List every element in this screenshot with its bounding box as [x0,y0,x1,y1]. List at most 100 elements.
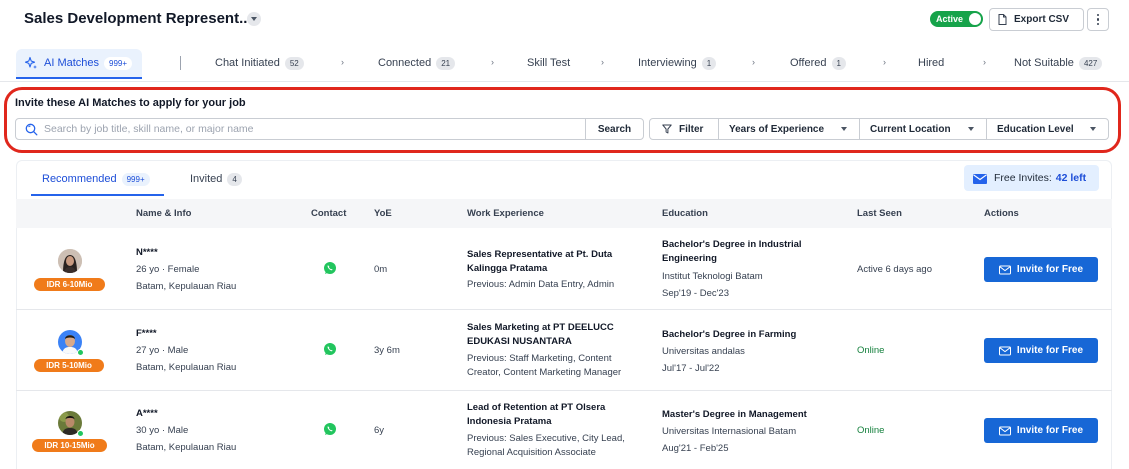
invite-for-free-button[interactable]: Invite for Free [984,338,1098,363]
caret-down-icon [1090,127,1096,131]
search-icon [25,123,38,136]
last-seen-status: Online [857,345,885,356]
kebab-dot [1096,18,1100,21]
invite-button-label: Invite for Free [1016,264,1084,275]
tab-count-badge: 52 [284,56,304,70]
tab-skill-test[interactable]: Skill Test [527,50,570,76]
more-options-button[interactable] [1087,8,1109,31]
candidate-yoe: 6y [374,425,385,436]
tab-label: Skill Test [527,57,571,69]
current-location-dropdown[interactable]: Current Location [860,119,987,139]
avatar [58,249,82,273]
job-status-toggle[interactable]: Active [930,11,983,27]
envelope-icon [998,426,1011,435]
page-header: Sales Development Represent... Active Ex… [0,0,1129,40]
caret-down-icon [251,17,257,21]
work-experience-previous: Previous: Sales Executive, City Lead, Re… [467,433,625,458]
work-experience-previous: Previous: Staff Marketing, Content Creat… [467,353,622,378]
export-csv-button[interactable]: Export CSV [989,8,1084,31]
export-csv-label: Export CSV [1014,14,1070,25]
tab-count-badge: 21 [436,56,456,70]
tab-count-badge: 1 [831,56,846,70]
subtab-label: Recommended [42,173,117,185]
candidate-yoe: 0m [374,264,388,275]
whatsapp-icon[interactable] [323,342,337,356]
envelope-icon [973,173,987,184]
subtab-invited[interactable]: Invited 4 [190,170,242,188]
column-header-contact: Contact [311,208,347,219]
last-seen-status: Active 6 days ago [857,264,932,275]
filter-button[interactable]: Filter [650,119,719,139]
invite-for-free-button[interactable]: Invite for Free [984,418,1098,443]
column-header-name: Name & Info [136,208,192,219]
education-degree: Master's Degree in Management [662,409,807,420]
tab-not-suitable[interactable]: Not Suitable 427 [1014,50,1103,76]
education-degree: Bachelor's Degree in Industrial Engineer… [662,239,802,264]
pipeline-tabs: AI Matches 999+ Chat Initiated 52 › Conn… [0,44,1129,82]
years-of-experience-dropdown[interactable]: Years of Experience [719,119,860,139]
chevron-right-icon: › [883,57,886,67]
tab-label: Hired [918,57,945,69]
dropdown-label: Years of Experience [729,123,825,135]
invite-for-free-button[interactable]: Invite for Free [984,257,1098,282]
chevron-right-icon: › [491,57,494,67]
education-degree: Bachelor's Degree in Farming [662,329,797,340]
work-experience-title: Sales Marketing at PT DEELUCC EDUKASI NU… [467,322,614,347]
column-header-actions: Actions [984,208,1019,219]
candidate-name: N**** [136,247,158,258]
tab-connected[interactable]: Connected 21 [378,50,456,76]
kebab-icon [1096,13,1100,17]
candidate-age-gender: 26 yo · Female [136,264,200,275]
tab-chat-initiated[interactable]: Chat Initiated 52 [215,50,304,76]
last-seen-status: Online [857,425,885,436]
search-bar: Search [15,118,644,140]
tab-ai-matches[interactable]: AI Matches 999+ [16,49,143,79]
tab-count-badge: 427 [1078,56,1103,70]
chevron-right-icon: › [341,57,344,67]
chevron-right-icon: › [601,57,604,67]
kebab-dot [1096,22,1100,26]
search-input[interactable] [44,121,584,137]
funnel-icon [662,124,672,134]
filter-label: Filter [679,123,704,135]
tab-count-badge: 1 [701,56,717,70]
free-invites-banner: Free Invites: 42 left [964,165,1099,191]
education-school: Universitas andalas [662,346,745,357]
invite-button-label: Invite for Free [1016,425,1084,436]
chevron-right-icon: › [752,57,755,67]
online-indicator [77,349,84,356]
online-indicator [77,430,84,437]
sparkle-icon [24,56,37,69]
education-period: Jul'17 - Jul'22 [662,363,720,374]
candidate-age-gender: 30 yo · Male [136,425,189,436]
file-icon [998,14,1007,25]
job-title: Sales Development Represent... [24,10,252,27]
education-level-dropdown[interactable]: Education Level [987,119,1108,139]
salary-badge: IDR 10-15Mio [32,439,107,452]
column-header-education: Education [662,208,708,219]
subtab-count-badge: 999+ [121,172,150,186]
status-toggle-label: Active [936,14,964,24]
job-switcher-dropdown[interactable] [247,12,261,26]
whatsapp-icon[interactable] [323,422,337,436]
salary-badge: IDR 5-10Mio [34,359,104,372]
candidate-name: A**** [136,408,158,419]
tab-label: Chat Initiated [215,57,280,69]
tab-count-badge: 999+ [104,56,133,70]
work-experience-title: Lead of Retention at PT Olsera Indonesia… [467,402,606,427]
column-header-last-seen: Last Seen [857,208,902,219]
dropdown-label: Current Location [870,123,951,135]
candidate-yoe: 3y 6m [374,345,400,356]
search-button[interactable]: Search [585,119,643,139]
tab-label: Not Suitable [1014,57,1074,69]
tab-label: Connected [378,57,432,69]
whatsapp-icon[interactable] [323,261,337,275]
subtab-recommended[interactable]: Recommended 999+ [42,170,150,188]
envelope-icon [998,265,1011,274]
caret-down-icon [841,127,847,131]
tab-interviewing[interactable]: Interviewing 1 [638,50,717,76]
tab-hired[interactable]: Hired [918,50,944,76]
candidate-location: Batam, Kepulauan Riau [136,281,237,292]
tab-offered[interactable]: Offered 1 [790,50,846,76]
column-header-work-experience: Work Experience [467,208,544,219]
